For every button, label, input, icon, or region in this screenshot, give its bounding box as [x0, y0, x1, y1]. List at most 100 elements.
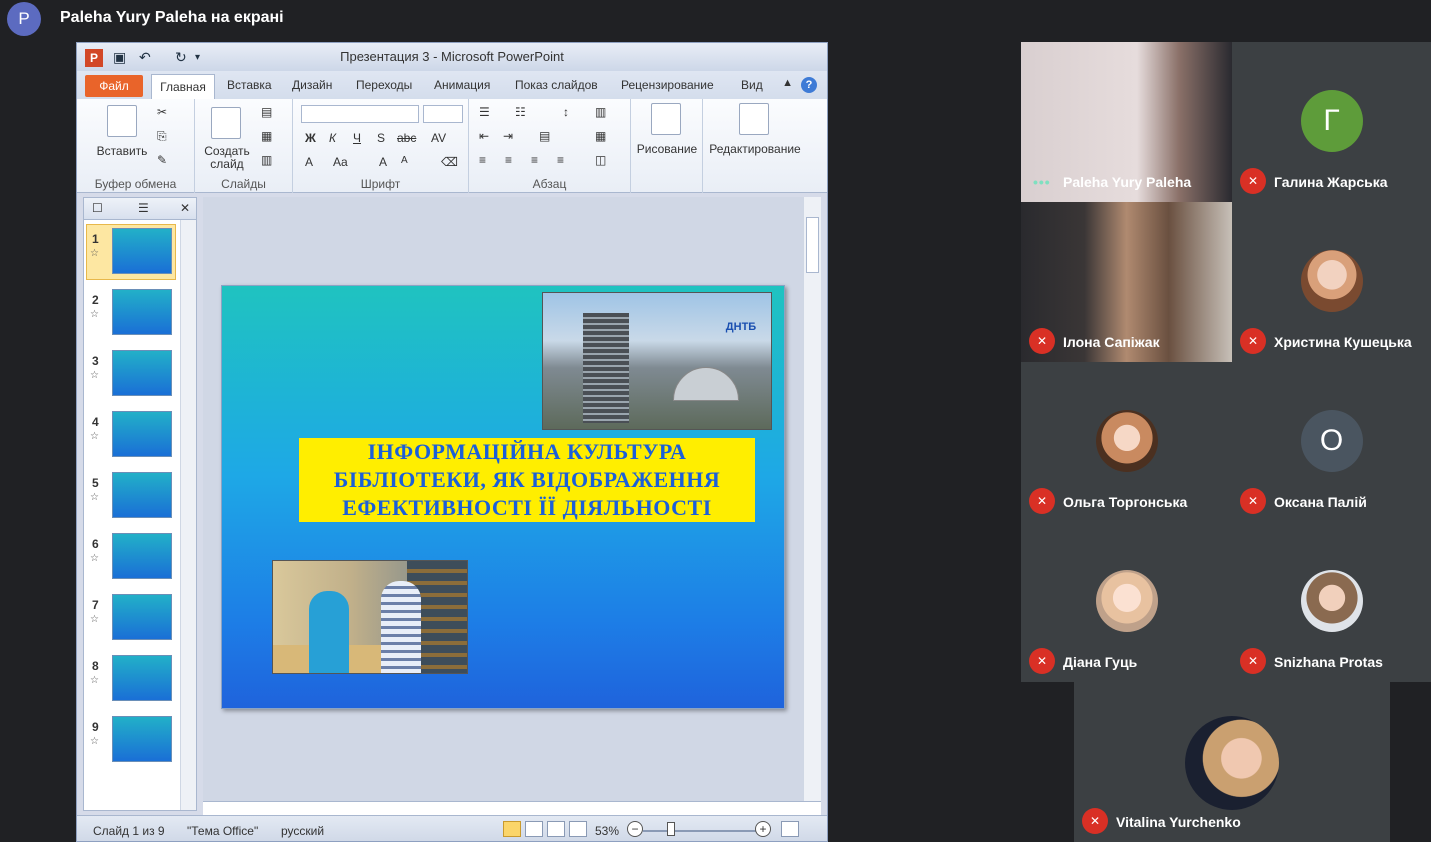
text-direction-icon[interactable]: ▤ — [539, 129, 550, 143]
shapes-icon[interactable] — [651, 103, 681, 135]
slide-thumbnail-6[interactable]: 6 ☆ — [84, 529, 180, 585]
slide-title-box[interactable]: ІНФОРМАЦІЙНА КУЛЬТУРА БІБЛІОТЕКИ, ЯК ВІД… — [299, 438, 755, 522]
participant-tile[interactable]: ✕ Ольга Торгонська — [1021, 362, 1232, 522]
char-spacing-button[interactable]: AV — [431, 131, 446, 145]
smartart-icon[interactable]: ◫ — [595, 153, 606, 167]
slideshow-button[interactable] — [569, 821, 587, 837]
align-text-icon[interactable]: ▦ — [595, 129, 606, 143]
tab-home[interactable]: Главная — [151, 74, 215, 99]
section-icon[interactable]: ▥ — [261, 153, 272, 167]
align-left-icon[interactable]: ≡ — [479, 153, 486, 167]
mic-off-icon: ✕ — [1240, 328, 1266, 354]
notes-pane[interactable] — [203, 801, 821, 815]
slide-thumbnail-7[interactable]: 7 ☆ — [84, 590, 180, 646]
justify-icon[interactable]: ≡ — [557, 153, 564, 167]
zoom-slider[interactable] — [643, 830, 763, 832]
tab-insert[interactable]: Вставка — [227, 78, 272, 92]
slide-thumbnail-5[interactable]: 5 ☆ — [84, 468, 180, 524]
align-right-icon[interactable]: ≡ — [531, 153, 538, 167]
align-center-icon[interactable]: ≡ — [505, 153, 512, 167]
mic-off-icon: ✕ — [1082, 808, 1108, 834]
clear-format-icon[interactable]: ⌫ — [441, 155, 458, 169]
format-painter-icon[interactable]: ✎ — [157, 153, 167, 167]
close-pane-icon[interactable]: ✕ — [180, 201, 190, 215]
slide-thumbnail-2[interactable]: 2 ☆ — [84, 285, 180, 341]
font-size-select[interactable] — [423, 105, 463, 123]
tab-design[interactable]: Дизайн — [292, 78, 332, 92]
normal-view-button[interactable] — [503, 821, 521, 837]
building-photo[interactable]: ДНТБ — [542, 292, 772, 430]
thumbnail-scrollbar[interactable] — [180, 220, 196, 810]
new-slide-icon[interactable] — [211, 107, 241, 139]
new-slide-button[interactable]: Создать слайд — [199, 145, 255, 171]
participant-tile[interactable]: Г ✕ Галина Жарська — [1232, 42, 1431, 202]
library-photo[interactable] — [272, 560, 468, 674]
paste-icon[interactable] — [107, 105, 137, 137]
language-indicator[interactable]: русский — [281, 824, 324, 838]
thumbnail-image — [112, 289, 172, 335]
person-shape — [381, 581, 421, 673]
underline-button[interactable]: Ч — [353, 131, 361, 145]
zoom-level[interactable]: 53% — [595, 824, 619, 838]
animation-star-icon: ☆ — [90, 431, 99, 442]
decrease-indent-icon[interactable]: ⇤ — [479, 129, 489, 143]
paste-button[interactable]: Вставить — [91, 145, 153, 158]
copy-icon[interactable]: ⎘ — [157, 129, 167, 144]
reset-icon[interactable]: ▦ — [261, 129, 272, 143]
strikethrough-button[interactable]: abc — [397, 131, 416, 145]
participant-name: Діана Гуць — [1063, 654, 1138, 670]
shadow-button[interactable]: S — [377, 131, 385, 145]
slide-thumbnail-1[interactable]: 1 ☆ — [84, 224, 180, 280]
slides-tab-icon[interactable]: ☐ — [92, 201, 103, 215]
numbering-icon[interactable]: ☷ — [515, 105, 526, 119]
tab-view[interactable]: Вид — [741, 78, 763, 92]
binoculars-icon[interactable] — [739, 103, 769, 135]
tab-animations[interactable]: Анимация — [434, 78, 490, 92]
cut-icon[interactable]: ✂ — [157, 105, 167, 119]
zoom-slider-handle[interactable] — [667, 822, 675, 836]
participant-tile[interactable]: ✕ Діана Гуць — [1021, 522, 1232, 682]
bullets-icon[interactable]: ☰ — [479, 105, 490, 119]
help-icon[interactable]: ? — [801, 77, 817, 93]
slide-thumbnail-4[interactable]: 4 ☆ — [84, 407, 180, 463]
reading-view-button[interactable] — [547, 821, 565, 837]
bold-button[interactable]: Ж — [305, 131, 316, 145]
slide-thumbnail-8[interactable]: 8 ☆ — [84, 651, 180, 707]
increase-indent-icon[interactable]: ⇥ — [503, 129, 513, 143]
participant-tile[interactable]: ✕ Ілона Сапіжак — [1021, 202, 1232, 362]
participant-tile[interactable]: ✕ Snizhana Protas — [1232, 522, 1431, 682]
fit-to-window-button[interactable] — [781, 821, 799, 837]
drawing-button[interactable]: Рисование — [631, 143, 703, 156]
collapse-ribbon-icon[interactable]: ▲ — [782, 77, 793, 89]
grow-font-button[interactable]: A — [379, 155, 387, 169]
tab-file[interactable]: Файл — [85, 75, 143, 97]
editing-button[interactable]: Редактирование — [703, 143, 807, 156]
font-name-select[interactable] — [301, 105, 419, 123]
scrollbar-thumb[interactable] — [806, 217, 819, 273]
layout-icon[interactable]: ▤ — [261, 105, 272, 119]
participant-tile[interactable]: О ✕ Оксана Палій — [1232, 362, 1431, 522]
current-slide[interactable]: ДНТБ ІНФОРМАЦІЙНА КУЛЬТУРА БІБЛІОТЕКИ, Я… — [221, 285, 785, 709]
slide-thumbnail-3[interactable]: 3 ☆ — [84, 346, 180, 402]
slide-scrollbar[interactable] — [803, 197, 821, 801]
participant-tile[interactable]: ✕ Христина Кушецька — [1232, 202, 1431, 362]
columns-icon[interactable]: ▥ — [595, 105, 606, 119]
slide-thumbnail-9[interactable]: 9 ☆ — [84, 712, 180, 768]
zoom-in-button[interactable]: + — [755, 821, 771, 837]
participant-tile[interactable]: ••• Paleha Yury Paleha — [1021, 42, 1232, 202]
participant-tile[interactable]: ✕ Vitalina Yurchenko — [1074, 682, 1390, 842]
slide-sorter-button[interactable] — [525, 821, 543, 837]
thumbnail-image — [112, 655, 172, 701]
outline-tab-icon[interactable]: ☰ — [138, 201, 149, 215]
tab-slideshow[interactable]: Показ слайдов — [515, 78, 598, 92]
change-case-button[interactable]: Aa — [333, 155, 348, 169]
mic-off-icon: ✕ — [1240, 648, 1266, 674]
line-spacing-icon[interactable]: ↕ — [563, 105, 569, 119]
tab-review[interactable]: Рецензирование — [621, 78, 714, 92]
animation-star-icon: ☆ — [90, 675, 99, 686]
shrink-font-button[interactable]: A — [401, 155, 408, 166]
zoom-out-button[interactable]: − — [627, 821, 643, 837]
font-color-button[interactable]: A — [305, 155, 313, 169]
italic-button[interactable]: К — [329, 131, 336, 145]
tab-transitions[interactable]: Переходы — [356, 78, 412, 92]
